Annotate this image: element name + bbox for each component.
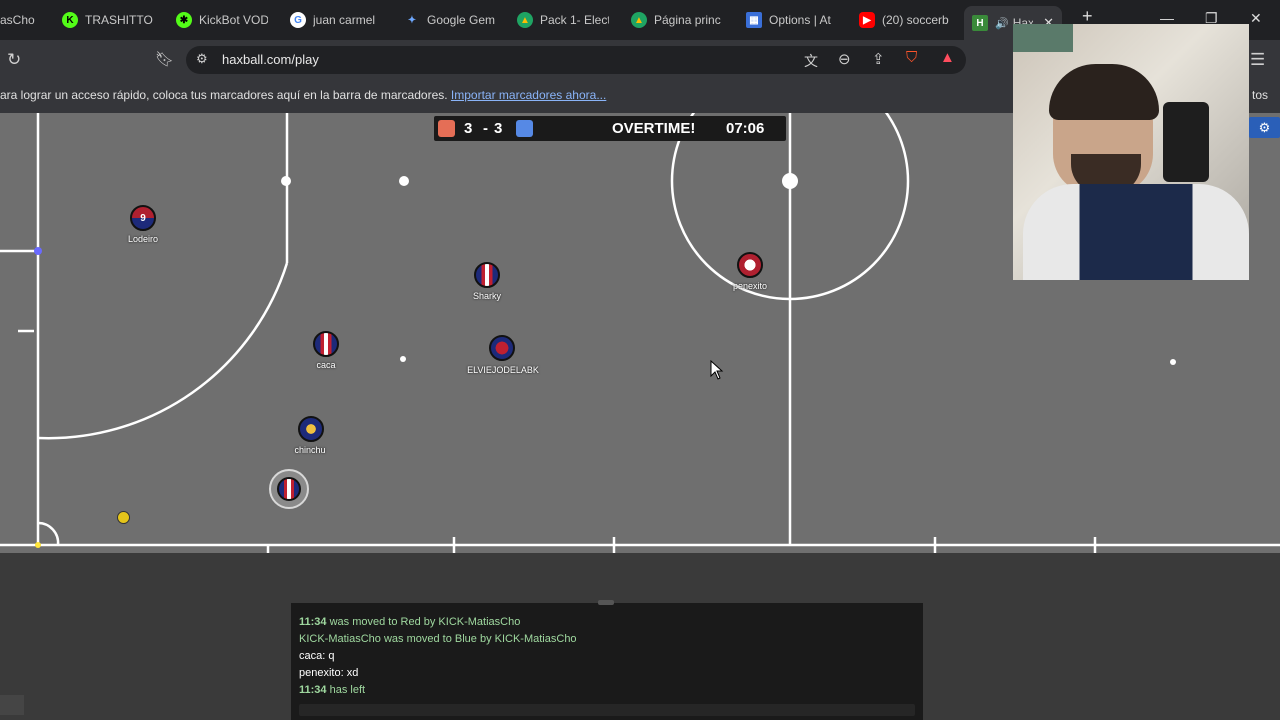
blue-team-badge bbox=[516, 120, 533, 137]
tab-1[interactable]: K TRASHITTO bbox=[62, 8, 162, 32]
zoom-icon[interactable]: ⊖ bbox=[838, 50, 851, 68]
tab-2[interactable]: ✱ KickBot VOD bbox=[176, 8, 268, 32]
player-elviejodelabk bbox=[489, 335, 515, 361]
reload-icon[interactable]: ↻ bbox=[7, 50, 21, 70]
tab-6[interactable]: ▲ Página princ bbox=[631, 8, 723, 32]
brave-shield-icon[interactable]: ⛉ bbox=[906, 49, 917, 66]
tab-3[interactable]: Gjuan carmel bbox=[290, 8, 382, 32]
chat-line: 11:34 has left bbox=[299, 684, 366, 696]
player-name: ELVIEJODELABK bbox=[467, 365, 539, 375]
chat-resize-handle[interactable] bbox=[598, 600, 614, 605]
settings-gear-icon[interactable]: ⚙ bbox=[1249, 117, 1280, 138]
red-team-badge bbox=[438, 120, 455, 137]
kick-icon: K bbox=[62, 12, 78, 28]
chat-input[interactable] bbox=[299, 704, 915, 716]
menu-icon[interactable]: ☰ bbox=[1250, 50, 1265, 70]
player-name: Lodeiro bbox=[127, 234, 159, 244]
drive-icon: ▲ bbox=[631, 12, 647, 28]
chat-line: 11:34 was moved to Red by KICK-MatiasCho bbox=[299, 616, 521, 628]
player-name: caca bbox=[316, 360, 336, 370]
tab-8[interactable]: ▶ (20) soccerb bbox=[859, 8, 951, 32]
player-sharky bbox=[474, 262, 500, 288]
bookmarks-right-fragment: tos bbox=[1252, 88, 1269, 102]
google-icon: G bbox=[290, 12, 306, 28]
tab-7[interactable]: ▦ Options | At bbox=[746, 8, 838, 32]
player-caca bbox=[313, 331, 339, 357]
address-bar[interactable]: ⚙ haxball.com/play 文 ⊖ ⇪ ⛉ ▲ bbox=[186, 46, 966, 74]
webcam-overlay bbox=[1013, 24, 1249, 280]
player-name: penexito bbox=[732, 281, 768, 291]
player-name: chinchu bbox=[294, 445, 326, 455]
haxball-icon: H bbox=[972, 15, 988, 31]
chat-line: caca: q bbox=[299, 650, 335, 662]
options-icon: ▦ bbox=[746, 12, 762, 28]
close-window-icon[interactable]: ✕ bbox=[1250, 10, 1262, 27]
ball bbox=[117, 511, 130, 524]
overtime-label: OVERTIME! bbox=[612, 120, 696, 137]
bookmarks-hint: ara lograr un acceso rápido, coloca tus … bbox=[0, 88, 448, 102]
left-panel-stub bbox=[0, 695, 24, 715]
player-penexito bbox=[737, 252, 763, 278]
mouse-cursor-icon bbox=[710, 360, 724, 380]
chat-line: penexito: xd bbox=[299, 667, 359, 679]
url-text: haxball.com/play bbox=[222, 52, 319, 67]
my-player-ring bbox=[269, 469, 309, 509]
tab-0[interactable]: asCho bbox=[0, 8, 50, 32]
game-clock: 07:06 bbox=[726, 120, 765, 137]
webcam-background-frame bbox=[1013, 24, 1073, 52]
scoreboard: 3 - 3 OVERTIME! 07:06 bbox=[434, 116, 786, 141]
site-settings-icon[interactable]: ⚙ bbox=[196, 51, 208, 67]
tab-5[interactable]: ▲ Pack 1- Elect bbox=[517, 8, 609, 32]
share-icon[interactable]: ⇪ bbox=[872, 50, 885, 68]
player-lodeiro: 9 bbox=[130, 205, 156, 231]
webcam-shirt bbox=[1023, 184, 1249, 280]
brave-rewards-icon[interactable]: ▲ bbox=[940, 49, 955, 66]
speaker-icon: 🔊 bbox=[995, 17, 1009, 30]
drive-icon: ▲ bbox=[517, 12, 533, 28]
translate-icon[interactable]: 文 bbox=[804, 51, 818, 71]
webcam-hair bbox=[1049, 64, 1159, 120]
chat-panel: 11:34 was moved to Red by KICK-MatiasCho… bbox=[291, 600, 923, 720]
score-separator: - bbox=[483, 120, 488, 137]
blue-score: 3 bbox=[494, 120, 503, 137]
import-bookmarks-link[interactable]: Importar marcadores ahora... bbox=[451, 88, 606, 102]
chat-line: KICK-MatiasCho was moved to Blue by KICK… bbox=[299, 633, 577, 645]
red-score: 3 bbox=[464, 120, 473, 137]
youtube-icon: ▶ bbox=[859, 12, 875, 28]
bookmark-icon[interactable]: 🔖︎ bbox=[155, 50, 174, 68]
webcam-chair bbox=[1163, 102, 1209, 182]
gemini-icon: ✦ bbox=[407, 14, 417, 26]
player-name: Sharky bbox=[472, 291, 502, 301]
kickbot-icon: ✱ bbox=[176, 12, 192, 28]
my-player bbox=[277, 477, 301, 501]
player-chinchu bbox=[298, 416, 324, 442]
tab-4[interactable]: ✦ Google Gem bbox=[404, 8, 496, 32]
